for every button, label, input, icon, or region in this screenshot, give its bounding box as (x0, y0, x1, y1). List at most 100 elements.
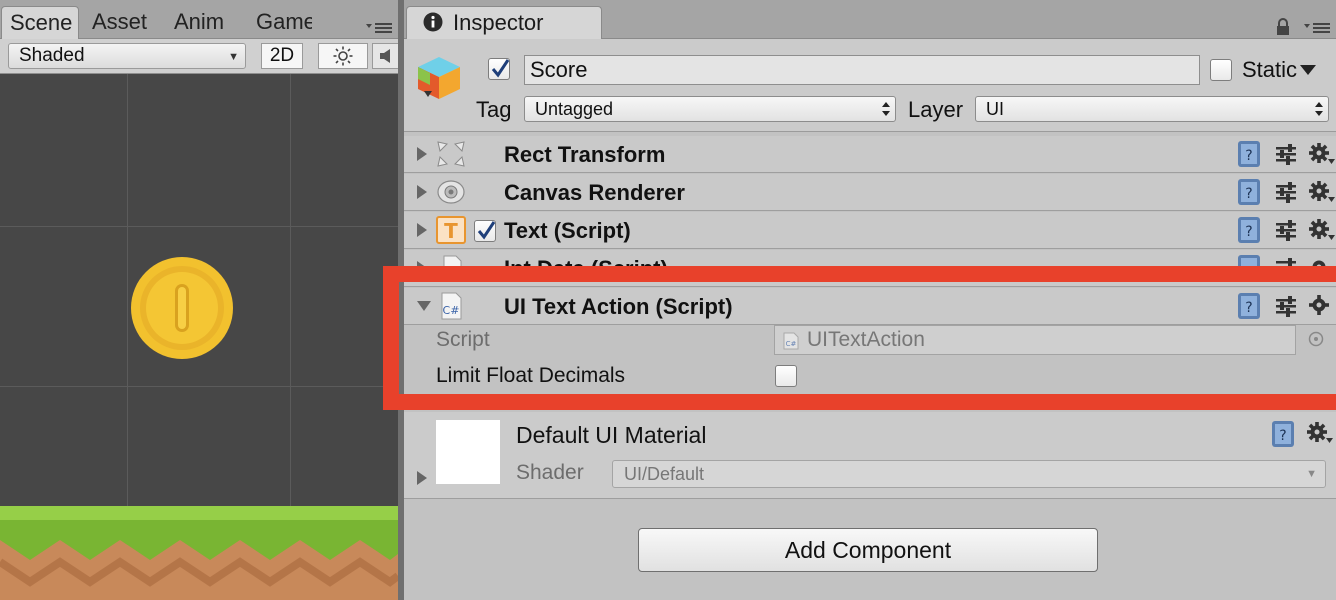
help-book-icon[interactable]: ? (1236, 178, 1262, 206)
scene-tab-bar: Scene Asset Anim Game (0, 0, 398, 39)
shading-mode-value: Shaded (19, 45, 85, 66)
component-title: Text (Script) (504, 218, 631, 243)
script-object-field[interactable]: C# UITextAction (774, 325, 1296, 355)
layer-value: UI (986, 99, 1004, 119)
dropdown-caret-icon: ▼ (228, 51, 239, 63)
component-enabled-checkbox[interactable] (474, 220, 496, 242)
tab-asset[interactable]: Asset (92, 6, 150, 38)
updown-arrows-icon (1315, 102, 1323, 116)
coin-sprite[interactable] (130, 256, 234, 360)
panel-menu-icon[interactable] (366, 20, 392, 34)
foldout-arrow-icon[interactable] (416, 222, 428, 238)
shader-label: Shader (516, 461, 584, 484)
material-name: Default UI Material (516, 422, 707, 448)
component-ui-text-action-script: C# UI Text Action (Script) ? Script C# U… (404, 288, 1336, 410)
ground-tiles[interactable] (0, 506, 398, 600)
lock-icon[interactable] (1276, 18, 1290, 36)
help-book-icon[interactable]: ? (1236, 140, 1262, 168)
scene-panel: Scene Asset Anim Game Shaded ▼ 2D (0, 0, 402, 600)
preset-sliders-icon[interactable] (1274, 218, 1298, 242)
foldout-arrow-icon[interactable] (416, 260, 428, 276)
gameobject-header: Score Static Tag Untagged Layer UI (404, 39, 1336, 132)
object-picker-icon[interactable] (1308, 331, 1324, 347)
2d-mode-toggle[interactable]: 2D (261, 43, 303, 69)
grid-line (0, 386, 398, 387)
gear-icon[interactable] (1306, 420, 1334, 446)
gear-icon[interactable] (1308, 217, 1336, 243)
help-book-icon[interactable] (1236, 254, 1262, 282)
gameobject-name-field[interactable]: Score (524, 55, 1200, 85)
checkmark-icon (477, 221, 496, 240)
preset-sliders-icon[interactable] (1274, 294, 1298, 318)
help-book-icon[interactable]: ? (1270, 420, 1296, 448)
tab-anim[interactable]: Anim (174, 6, 236, 38)
svg-text:?: ? (1279, 428, 1286, 444)
component-title: Rect Transform (504, 142, 666, 167)
static-dropdown-caret-icon[interactable] (1300, 65, 1316, 75)
tab-inspector[interactable]: Inspector (406, 6, 602, 39)
inspector-panel: Inspector Score Static Tag Untagged Laye… (404, 0, 1336, 600)
svg-text:?: ? (1245, 300, 1252, 316)
material-preview-thumbnail (436, 420, 500, 484)
tag-dropdown[interactable]: Untagged (524, 96, 896, 122)
svg-text:?: ? (1245, 186, 1252, 202)
scene-viewport[interactable] (0, 74, 398, 600)
info-icon (423, 12, 443, 32)
speaker-icon (380, 49, 390, 63)
dropdown-caret-icon: ▼ (1306, 468, 1317, 480)
svg-text:C#: C# (786, 340, 797, 348)
static-checkbox[interactable] (1210, 59, 1232, 81)
grid-line (0, 226, 398, 227)
component-rect-transform[interactable]: Rect Transform ? (404, 136, 1336, 173)
scene-lighting-toggle[interactable] (318, 43, 368, 69)
limit-float-decimals-label: Limit Float Decimals (436, 364, 626, 387)
preset-sliders-icon[interactable] (1274, 256, 1298, 280)
sun-icon (333, 46, 353, 66)
gear-icon[interactable] (1308, 179, 1336, 205)
shader-dropdown[interactable]: UI/Default ▼ (612, 460, 1326, 488)
svg-text:?: ? (1245, 224, 1252, 240)
component-canvas-renderer[interactable]: Canvas Renderer ? (404, 174, 1336, 211)
foldout-arrow-expanded-icon[interactable] (416, 300, 432, 312)
foldout-arrow-icon[interactable] (416, 146, 428, 162)
limit-float-decimals-checkbox[interactable] (775, 365, 797, 387)
svg-text:T: T (444, 219, 458, 243)
svg-text:C#: C# (443, 304, 460, 317)
gear-icon[interactable] (1308, 255, 1336, 281)
tab-scene[interactable]: Scene (1, 6, 79, 39)
component-text-script[interactable]: T Text (Script) ? (404, 212, 1336, 249)
gameobject-cube-icon (418, 57, 460, 99)
checkmark-icon (491, 59, 510, 78)
scene-toolbar: Shaded ▼ 2D (0, 39, 402, 74)
script-property-label: Script (436, 328, 490, 351)
gameobject-active-checkbox[interactable] (488, 58, 510, 80)
inspector-tab-label: Inspector (453, 10, 544, 35)
layer-label: Layer (908, 97, 964, 122)
svg-text:?: ? (1245, 148, 1252, 164)
gear-icon[interactable] (1308, 293, 1336, 319)
csharp-script-icon: C# (783, 332, 799, 350)
tab-game[interactable]: Game (256, 6, 312, 38)
help-book-icon[interactable]: ? (1236, 292, 1262, 320)
inspector-tab-bar: Inspector (404, 0, 1336, 39)
preset-sliders-icon[interactable] (1274, 142, 1298, 166)
material-section: Default UI Material ? Shader UI/Default … (404, 412, 1336, 499)
gear-icon[interactable] (1308, 141, 1336, 167)
foldout-arrow-icon[interactable] (416, 470, 428, 486)
component-title: Int Data (Script) (504, 256, 668, 281)
component-title: Canvas Renderer (504, 180, 685, 205)
help-book-icon[interactable]: ? (1236, 216, 1262, 244)
foldout-arrow-icon[interactable] (416, 184, 428, 200)
shading-mode-dropdown[interactable]: Shaded ▼ (8, 43, 246, 69)
panel-menu-icon[interactable] (1304, 20, 1330, 34)
add-component-button[interactable]: Add Component (638, 528, 1098, 572)
shader-value: UI/Default (624, 464, 705, 484)
csharp-script-icon: C# (441, 292, 462, 320)
rect-transform-icon (437, 141, 465, 167)
canvas-renderer-icon (437, 180, 465, 204)
component-header[interactable]: C# UI Text Action (Script) ? (404, 288, 1336, 325)
preset-sliders-icon[interactable] (1274, 180, 1298, 204)
component-int-data-script[interactable]: Int Data (Script) (404, 250, 1336, 287)
layer-dropdown[interactable]: UI (975, 96, 1329, 122)
script-object-value: UITextAction (807, 328, 925, 351)
